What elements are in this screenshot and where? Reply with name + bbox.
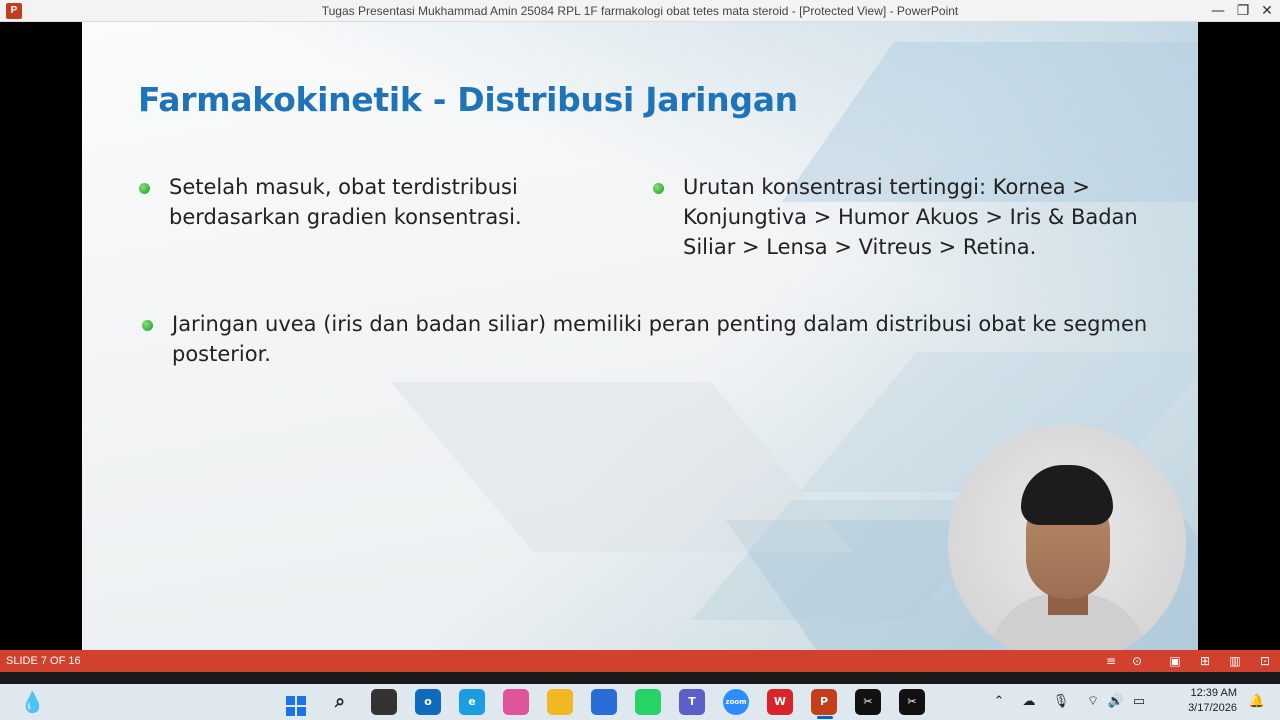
window-title: Tugas Presentasi Mukhammad Amin 25084 RP… xyxy=(321,4,959,18)
presenter-hair xyxy=(1021,465,1113,525)
clock-date: 3/17/2026 xyxy=(1188,702,1237,714)
close-button[interactable]: ✕ xyxy=(1253,0,1280,22)
bullet-text: Jaringan uvea (iris dan badan siliar) me… xyxy=(172,312,1148,366)
taskbar-capcut-1-icon[interactable]: ✂ xyxy=(855,689,881,715)
notes-icon[interactable]: ≡ xyxy=(1104,654,1118,668)
taskbar-whatsapp-icon[interactable] xyxy=(635,689,661,715)
system-tray: ⌃ ☁ 🎙 ⌔ 🔊 ▭ 12:39 AM 3/17/2026 🔔 xyxy=(990,684,1280,720)
taskbar-wps-icon[interactable]: W xyxy=(767,689,793,715)
webcam-overlay xyxy=(948,425,1186,663)
taskbar-file-explorer-icon[interactable] xyxy=(547,689,573,715)
minimize-button[interactable]: — xyxy=(1204,0,1232,22)
taskbar-zoom-icon[interactable]: zoom xyxy=(723,689,749,715)
taskbar-separator xyxy=(0,672,1280,684)
bullet-dot-icon xyxy=(139,183,150,194)
taskbar: 💧 ⌕ o e Tzoom W P ✂ ✂ ⌃ ☁ 🎙 ⌔ 🔊 ▭ 12:39 AM 3/17… xyxy=(0,684,1280,720)
chevron-up-icon[interactable]: ⌃ xyxy=(990,693,1008,711)
notification-icon[interactable]: 🔔 xyxy=(1248,693,1266,711)
present-icon[interactable]: ⊙ xyxy=(1130,654,1144,668)
normal-view-icon[interactable]: ▣ xyxy=(1168,654,1182,668)
taskbar-start-icon[interactable] xyxy=(283,689,309,716)
bullet-item: Urutan konsentrasi tertinggi: Kornea > K… xyxy=(653,172,1143,262)
status-bar: SLIDE 7 OF 16 ≡ ⊙ ▣ ⊞ ▥ ⊡ xyxy=(0,650,1280,672)
bullet-item: Jaringan uvea (iris dan badan siliar) me… xyxy=(142,309,1162,369)
slide-sorter-icon[interactable]: ⊞ xyxy=(1198,654,1212,668)
taskbar-task-view-icon[interactable] xyxy=(371,689,397,715)
taskbar-edge-icon[interactable]: e xyxy=(459,689,485,715)
slideshow-icon[interactable]: ⊡ xyxy=(1258,654,1272,668)
taskbar-search-icon[interactable]: ⌕ xyxy=(327,689,353,715)
bullet-dot-icon xyxy=(142,320,153,331)
slide-title: Farmakokinetik - Distribusi Jaringan xyxy=(138,80,798,119)
onedrive-icon[interactable]: ☁ xyxy=(1020,693,1038,711)
bullet-dot-icon xyxy=(653,183,664,194)
taskbar-outlook-icon[interactable]: o xyxy=(415,689,441,715)
slide-counter: SLIDE 7 OF 16 xyxy=(6,655,81,667)
wifi-icon[interactable]: ⌔ xyxy=(1084,693,1102,711)
reading-view-icon[interactable]: ▥ xyxy=(1228,654,1242,668)
bullet-item: Setelah masuk, obat terdistribusi berdas… xyxy=(139,172,609,232)
clock[interactable]: 12:39 AM 3/17/2026 xyxy=(1167,686,1237,716)
taskbar-store-icon[interactable] xyxy=(591,689,617,715)
taskbar-copilot-icon[interactable] xyxy=(503,689,529,715)
taskbar-teams-icon[interactable]: T xyxy=(679,689,705,715)
weather-widget-icon[interactable]: 💧 xyxy=(20,688,46,716)
battery-icon[interactable]: ▭ xyxy=(1130,693,1148,711)
taskbar-capcut-2-icon[interactable]: ✂ xyxy=(899,689,925,715)
bullet-text: Setelah masuk, obat terdistribusi berdas… xyxy=(169,175,522,229)
active-app-indicator xyxy=(817,716,833,719)
microphone-icon[interactable]: 🎙 xyxy=(1052,693,1070,711)
bullet-text: Urutan konsentrasi tertinggi: Kornea > K… xyxy=(683,175,1138,259)
clock-time: 12:39 AM xyxy=(1190,687,1237,699)
taskbar-powerpoint-icon[interactable]: P xyxy=(811,689,837,715)
volume-icon[interactable]: 🔊 xyxy=(1107,693,1125,711)
title-bar: P Tugas Presentasi Mukhammad Amin 25084 … xyxy=(0,0,1280,22)
